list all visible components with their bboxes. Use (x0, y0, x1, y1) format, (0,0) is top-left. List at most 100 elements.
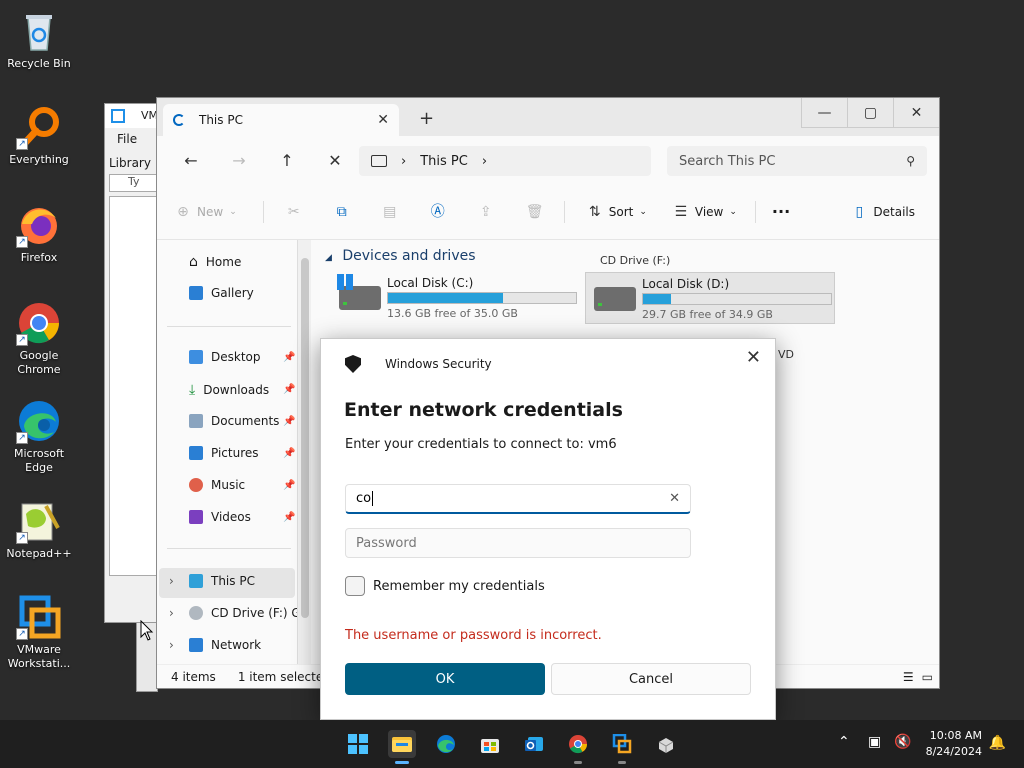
nav-home[interactable]: ⌂ Home (189, 254, 241, 270)
back-button[interactable]: ← (167, 151, 215, 170)
details-view-icon[interactable]: ☰ (903, 670, 914, 684)
expand-chevron-icon[interactable]: › (169, 574, 174, 588)
desktop-icon-chrome[interactable]: ↗ Google Chrome (4, 300, 74, 377)
breadcrumb-this-pc[interactable]: This PC (420, 154, 468, 169)
notepadpp-icon: ↗ (16, 498, 62, 544)
username-field[interactable]: co ✕ (345, 484, 691, 514)
shortcut-arrow-icon: ↗ (16, 236, 28, 248)
notification-bell-icon[interactable]: 🔔 (989, 735, 1006, 751)
taskbar-outlook[interactable] (520, 730, 548, 758)
pin-icon[interactable]: 📌 (283, 512, 295, 523)
share-icon[interactable]: ⇪ (478, 204, 494, 220)
nav-cd-drive[interactable]: CD Drive (F:) GS (189, 606, 308, 620)
desktop-icon-recycle-bin[interactable]: Recycle Bin (4, 8, 74, 71)
pin-icon[interactable]: 📌 (283, 384, 295, 395)
password-field[interactable]: Password (345, 528, 691, 558)
firefox-icon: ↗ (16, 202, 62, 248)
windows-logo-icon (348, 734, 368, 754)
expand-chevron-icon[interactable]: › (169, 638, 174, 652)
scrollbar-thumb[interactable] (301, 258, 309, 618)
desktop-icon-firefox[interactable]: ↗ Firefox (4, 202, 74, 265)
search-icon: ⚲ (906, 154, 915, 168)
desktop-icon-notepadpp[interactable]: ↗ Notepad++ (4, 498, 74, 561)
desktop-icon-edge[interactable]: ↗ Microsoft Edge (4, 398, 74, 475)
checkbox-box[interactable] (345, 576, 365, 596)
shield-icon (345, 355, 361, 373)
pin-icon[interactable]: 📌 (283, 480, 295, 491)
group-label: Devices and drives (342, 248, 476, 264)
pin-icon[interactable]: 📌 (283, 352, 295, 363)
nav-videos[interactable]: Videos (189, 510, 251, 524)
close-tab-icon[interactable]: ✕ (377, 112, 389, 128)
group-header-devices[interactable]: ◢ Devices and drives (325, 248, 476, 264)
stop-button[interactable]: ✕ (311, 151, 359, 170)
pin-icon[interactable]: 📌 (283, 416, 295, 427)
sort-button[interactable]: ⇅ Sort ⌄ (587, 204, 647, 220)
taskbar-clock[interactable]: 10:08 AM 8/24/2024 (926, 728, 982, 760)
taskbar-app[interactable] (652, 730, 680, 758)
paste-icon[interactable]: ▤ (382, 204, 398, 220)
nav-gallery[interactable]: Gallery (189, 286, 254, 300)
delete-icon[interactable]: 🗑 (526, 204, 544, 220)
drive-tile-d[interactable]: Local Disk (D:) 29.7 GB free of 34.9 GB (585, 272, 835, 324)
chevron-down-icon: ⌄ (729, 206, 737, 217)
vmware-icon (612, 734, 632, 754)
nav-music[interactable]: Music (189, 478, 245, 492)
search-input[interactable]: Search This PC ⚲ (667, 146, 927, 176)
maximize-button[interactable]: ▢ (847, 98, 893, 128)
taskbar-chrome[interactable] (564, 730, 592, 764)
desktop-icon-everything[interactable]: ↗ Everything (4, 104, 74, 167)
search-placeholder: Search This PC (679, 153, 776, 169)
volume-muted-icon[interactable]: 🔇 (894, 734, 911, 750)
explorer-tab-this-pc[interactable]: This PC ✕ (163, 104, 399, 136)
close-dialog-button[interactable]: ✕ (746, 347, 761, 368)
tray-overflow-chevron-icon[interactable]: ⌃ (838, 734, 850, 750)
more-options-button[interactable]: ··· (772, 202, 790, 221)
view-button[interactable]: ☰ View ⌄ (673, 204, 737, 220)
desktop-icon-vmware[interactable]: ↗ VMware Workstati... (4, 594, 74, 671)
ok-button[interactable]: OK (345, 663, 545, 695)
breadcrumb[interactable]: › This PC › (359, 146, 651, 176)
cancel-button[interactable]: Cancel (551, 663, 751, 695)
vmware-menu-file[interactable]: File (117, 132, 137, 150)
clear-field-icon[interactable]: ✕ (669, 491, 680, 506)
network-status-icon[interactable]: ▣ (868, 734, 881, 750)
windows-logo-icon (337, 274, 353, 290)
new-button[interactable]: ⊕ New ⌄ (175, 204, 237, 220)
chrome-icon: ↗ (16, 300, 62, 346)
nav-downloads[interactable]: ⤓ Downloads (189, 382, 269, 398)
cd-drive-icon (189, 606, 203, 620)
clock-time: 10:08 AM (929, 729, 982, 742)
edge-icon (437, 735, 455, 753)
minimize-button[interactable]: — (801, 98, 847, 128)
rename-icon[interactable]: Ⓐ (430, 204, 446, 220)
new-tab-button[interactable]: + (419, 108, 434, 129)
nav-network[interactable]: Network (189, 638, 261, 652)
taskbar-file-explorer[interactable] (388, 730, 416, 764)
taskbar-edge[interactable] (432, 730, 460, 758)
copy-icon[interactable]: ⧉ (334, 204, 350, 220)
nav-documents[interactable]: Documents (189, 414, 279, 428)
taskbar-store[interactable] (476, 730, 504, 758)
nav-scrollbar[interactable] (297, 240, 311, 665)
tiles-view-icon[interactable]: ▭ (922, 670, 933, 684)
drive-tile-c[interactable]: Local Disk (C:) 13.6 GB free of 35.0 GB (331, 272, 581, 324)
expand-chevron-icon[interactable]: › (169, 606, 174, 620)
package-icon (658, 738, 674, 753)
nav-pictures[interactable]: Pictures (189, 446, 259, 460)
cut-icon[interactable]: ✂ (286, 204, 302, 220)
start-button[interactable] (344, 730, 372, 758)
up-button[interactable]: ↑ (263, 151, 311, 170)
details-button[interactable]: ▯ Details (851, 204, 915, 220)
desktop-folder-icon (189, 350, 203, 364)
music-icon (189, 478, 203, 492)
forward-button[interactable]: → (215, 151, 263, 170)
taskbar-vmware[interactable] (608, 730, 636, 764)
nav-this-pc[interactable]: This PC (189, 574, 255, 588)
nav-desktop[interactable]: Desktop (189, 350, 261, 364)
remember-credentials-checkbox[interactable]: Remember my credentials (345, 576, 545, 596)
explorer-tab-bar: This PC ✕ + — ▢ ✕ (157, 98, 939, 136)
shortcut-arrow-icon: ↗ (16, 628, 28, 640)
pin-icon[interactable]: 📌 (283, 448, 295, 459)
close-window-button[interactable]: ✕ (893, 98, 939, 128)
